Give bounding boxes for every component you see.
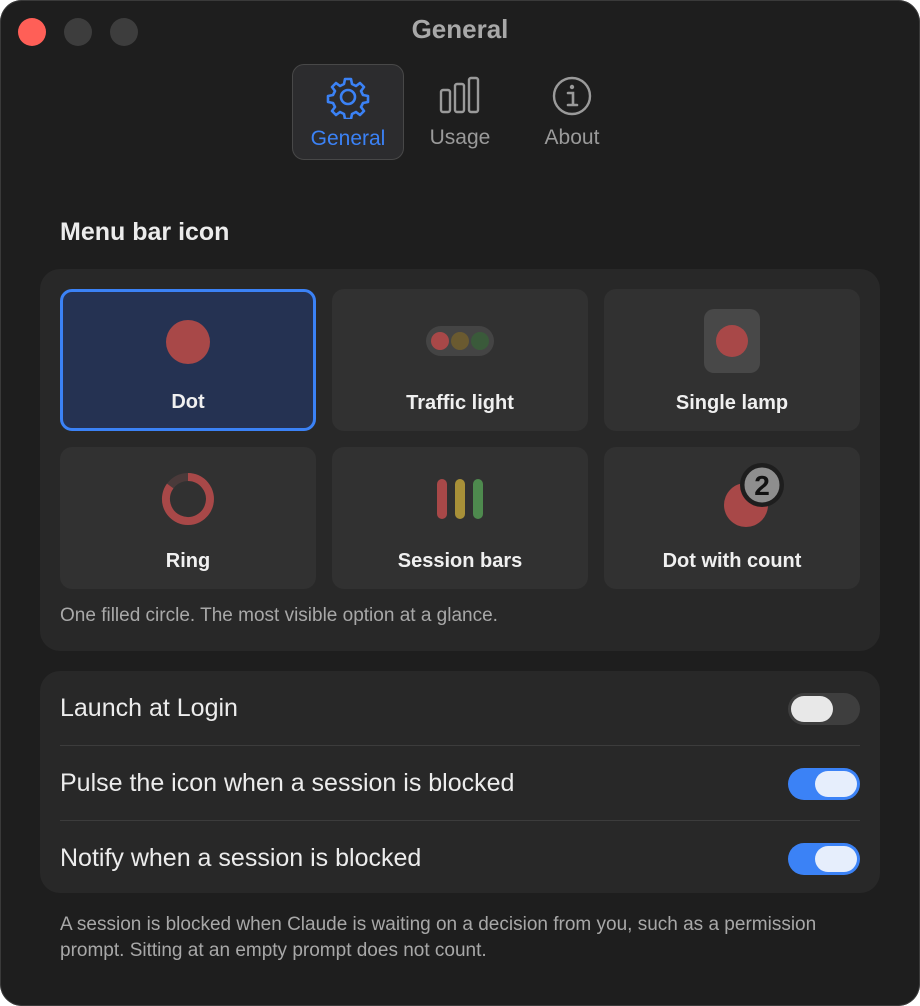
dot-with-count-icon: 2 — [724, 463, 784, 527]
setting-label: Pulse the icon when a session is blocked — [60, 769, 515, 797]
bar-chart-icon — [439, 76, 480, 114]
option-dot-with-count-label: Dot with count — [662, 550, 802, 572]
option-session-bars[interactable]: Session bars — [332, 447, 588, 589]
option-ring[interactable]: Ring — [60, 447, 316, 589]
setting-label: Notify when a session is blocked — [60, 844, 422, 872]
toggle-knob — [815, 770, 857, 797]
setting-row-launch-at-login: Launch at Login — [60, 671, 860, 746]
toolbar-tabs: General Usage About — [292, 64, 628, 160]
info-icon — [552, 76, 592, 116]
option-traffic-light-label: Traffic light — [406, 392, 514, 414]
tab-general-label: General — [310, 127, 386, 150]
ring-icon — [161, 473, 214, 525]
menu-bar-icon-panel: Dot Traffic light Single lamp Ring Sessi… — [40, 269, 880, 651]
window-title: General — [411, 14, 509, 44]
option-traffic-light[interactable]: Traffic light — [332, 289, 588, 431]
tab-usage[interactable]: Usage — [404, 64, 516, 160]
option-dot-with-count[interactable]: 2 Dot with count — [604, 447, 860, 589]
traffic-light-icon — [426, 326, 494, 356]
launch-at-login-toggle[interactable] — [788, 692, 860, 725]
option-ring-label: Ring — [165, 550, 211, 572]
option-dot-label: Dot — [171, 391, 205, 413]
option-single-lamp-label: Single lamp — [675, 392, 789, 414]
tab-general[interactable]: General — [292, 64, 404, 160]
single-lamp-icon — [704, 309, 760, 373]
settings-panel: Launch at Login Pulse the icon when a se… — [40, 671, 880, 893]
notify-toggle[interactable] — [788, 842, 860, 875]
pulse-icon-toggle[interactable] — [788, 767, 860, 800]
menu-bar-icon-heading: Menu bar icon — [60, 218, 230, 246]
gear-icon — [326, 77, 370, 119]
selected-option-description: One filled circle. The most visible opti… — [60, 605, 498, 626]
dot-icon — [166, 320, 210, 364]
option-session-bars-label: Session bars — [397, 550, 523, 572]
tab-about[interactable]: About — [516, 64, 628, 160]
preferences-window: General General Usage About Menu bar ico… — [0, 0, 920, 1006]
tab-usage-label: Usage — [429, 126, 491, 149]
setting-label: Launch at Login — [60, 694, 238, 722]
toggle-knob — [791, 695, 833, 722]
count-badge-text: 2 — [754, 470, 770, 501]
option-dot[interactable]: Dot — [60, 289, 316, 431]
blocked-session-footnote: A session is blocked when Claude is wait… — [60, 914, 817, 961]
toggle-knob — [815, 845, 857, 872]
setting-row-notify: Notify when a session is blocked — [60, 821, 860, 896]
session-bars-icon — [437, 479, 483, 519]
option-single-lamp[interactable]: Single lamp — [604, 289, 860, 431]
setting-row-pulse-icon: Pulse the icon when a session is blocked — [60, 746, 860, 821]
tab-about-label: About — [544, 126, 600, 149]
